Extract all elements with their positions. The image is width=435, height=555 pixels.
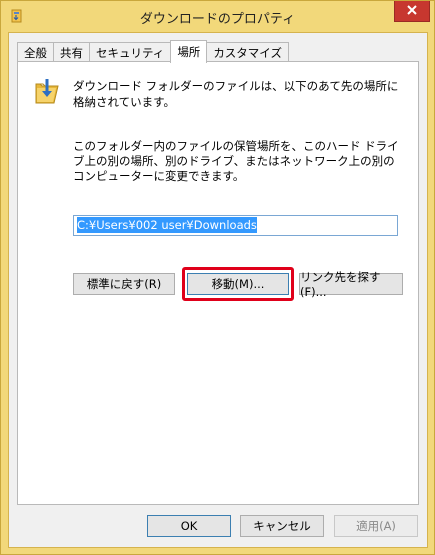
window-title: ダウンロードのプロパティ <box>139 12 296 27</box>
find-target-button[interactable]: リンク先を探す(F)... <box>299 270 403 299</box>
tab-sharing[interactable]: 共有 <box>53 42 90 62</box>
title-bar[interactable]: ダウンロードのプロパティ <box>1 1 434 32</box>
tab-general[interactable]: 全般 <box>17 42 54 62</box>
location-path-value: C:¥Users¥002 user¥Downloads <box>77 217 257 233</box>
location-panel: ダウンロード フォルダーのファイルは、以下のあて先の場所に格納されています。 こ… <box>17 61 419 505</box>
apply-button[interactable]: 適用(A) <box>334 515 418 537</box>
tab-location[interactable]: 場所 <box>170 40 208 63</box>
location-path-field[interactable]: C:¥Users¥002 user¥Downloads <box>73 215 398 236</box>
close-button[interactable] <box>394 1 430 22</box>
ok-button[interactable]: OK <box>147 515 231 537</box>
location-description: ダウンロード フォルダーのファイルは、以下のあて先の場所に格納されています。 <box>73 79 399 109</box>
dialog-client-area: 全般 共有 セキュリティ 場所 カスタマイズ ダウンロード フォルダーのファイル… <box>8 32 428 548</box>
move-button-highlight <box>182 267 294 301</box>
tab-customize[interactable]: カスタマイズ <box>206 42 289 62</box>
properties-window: ダウンロードのプロパティ 全般 共有 セキュリティ 場所 カスタマイズ ダウンロ… <box>0 0 435 555</box>
cancel-button[interactable]: キャンセル <box>240 515 324 537</box>
downloads-folder-icon <box>34 76 60 106</box>
tab-security[interactable]: セキュリティ <box>89 42 172 62</box>
move-description: このフォルダー内のファイルの保管場所を、このハード ドライブ上の別の場所、別のド… <box>73 139 399 183</box>
restore-default-button[interactable]: 標準に戻す(R) <box>73 273 175 295</box>
tab-strip: 全般 共有 セキュリティ 場所 カスタマイズ <box>17 40 289 63</box>
close-icon <box>406 4 418 19</box>
